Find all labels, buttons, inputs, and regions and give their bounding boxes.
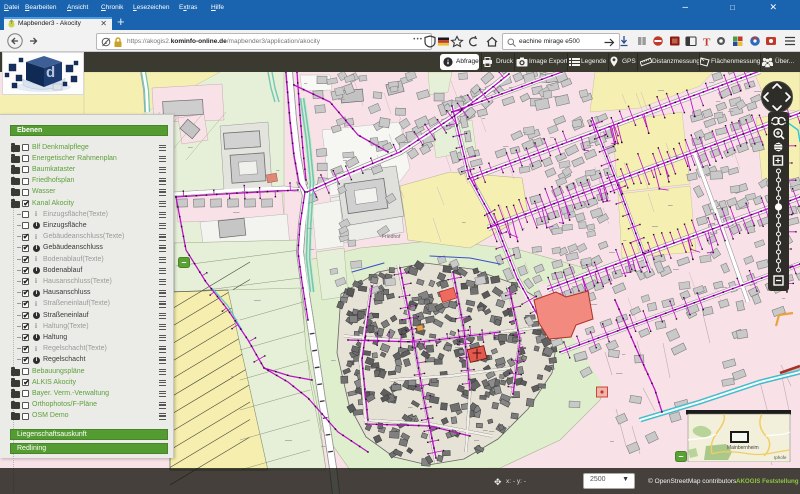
svg-text:Friedhof: Friedhof [382, 234, 401, 240]
svg-text:T: T [703, 37, 711, 49]
svg-text:Iphofe: Iphofe [774, 455, 787, 460]
svg-text:Mainbernheim: Mainbernheim [727, 445, 759, 451]
svg-text:d: d [46, 64, 55, 81]
